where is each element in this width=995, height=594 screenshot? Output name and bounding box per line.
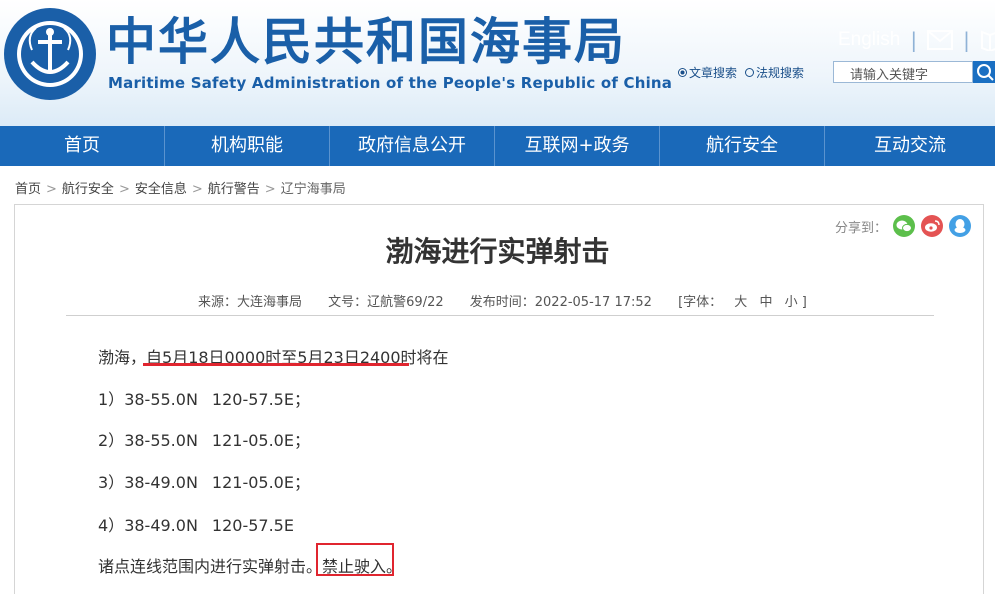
coordinate-point: 4）38-49.0N 120-57.5E [98, 516, 294, 535]
main-nav: 首页 机构职能 政府信息公开 互联网+政务 航行安全 互动交流 [0, 126, 995, 166]
coordinate-point: 2）38-55.0N 121-05.0E； [98, 431, 310, 450]
coordinate-point: 3）38-49.0N 121-05.0E； [98, 473, 310, 492]
nav-home[interactable]: 首页 [0, 126, 165, 166]
red-box-annotation [316, 543, 394, 576]
site-header: 中华人民共和国海事局 Maritime Safety Administratio… [0, 0, 995, 126]
font-large-button[interactable]: 大 [734, 295, 747, 310]
site-title-en: Maritime Safety Administration of the Pe… [108, 74, 673, 92]
coordinate-point: 1）38-55.0N 120-57.5E； [98, 390, 310, 409]
mail-icon[interactable] [927, 30, 954, 50]
article-title: 渤海进行实弹射击 [385, 235, 610, 268]
english-link[interactable]: English [838, 29, 900, 51]
nav-internet-gov[interactable]: 互联网+政务 [495, 126, 660, 166]
site-title-cn: 中华人民共和国海事局 [106, 13, 626, 71]
separator: | [910, 28, 918, 52]
radio-selected-icon[interactable] [678, 68, 687, 77]
search-icon [977, 64, 994, 81]
breadcrumb: 首页 > 航行安全 > 安全信息 > 航行警告 > 辽宁海事局 [15, 182, 346, 197]
font-small-button[interactable]: 小 ] [785, 295, 807, 310]
top-links: English | | [838, 26, 995, 54]
article-meta: 来源：大连海事局 文号：辽航警69/22 发布时间：2022-05-17 17:… [198, 291, 837, 310]
font-label: [字体： [678, 295, 723, 310]
search-button[interactable] [973, 61, 995, 83]
msa-logo-icon[interactable] [2, 6, 98, 102]
nav-interaction[interactable]: 互动交流 [825, 126, 995, 166]
search-input[interactable]: 请输入关键字 [833, 61, 973, 83]
breadcrumb-safety-info[interactable]: 安全信息 [135, 182, 187, 197]
breadcrumb-home[interactable]: 首页 [15, 182, 41, 197]
font-size-control: [字体： 大 中 小 ] [678, 295, 815, 310]
meta-published: 发布时间：2022-05-17 17:52 [469, 295, 652, 310]
radio-icon[interactable] [745, 68, 755, 77]
breadcrumb-navigation-safety[interactable]: 航行安全 [62, 182, 114, 197]
search-option-article[interactable]: 文章搜索 [678, 64, 737, 81]
font-medium-button[interactable]: 中 [759, 295, 772, 310]
nav-functions[interactable]: 机构职能 [165, 126, 330, 166]
book-icon[interactable] [980, 29, 995, 51]
nav-navigation-safety[interactable]: 航行安全 [660, 126, 825, 166]
breadcrumb-warnings[interactable]: 航行警告 [208, 182, 260, 197]
meta-divider [66, 315, 934, 316]
search-scope: 文章搜索 法规搜索 [678, 64, 812, 81]
nav-gov-info[interactable]: 政府信息公开 [330, 126, 495, 166]
search-option-law[interactable]: 法规搜索 [745, 64, 804, 81]
meta-source: 来源：大连海事局 [198, 295, 303, 310]
breadcrumb-current[interactable]: 辽宁海事局 [281, 182, 346, 197]
separator: | [963, 28, 970, 52]
red-underline-annotation [143, 363, 409, 366]
meta-doc-number: 文号：辽航警69/22 [328, 295, 444, 310]
